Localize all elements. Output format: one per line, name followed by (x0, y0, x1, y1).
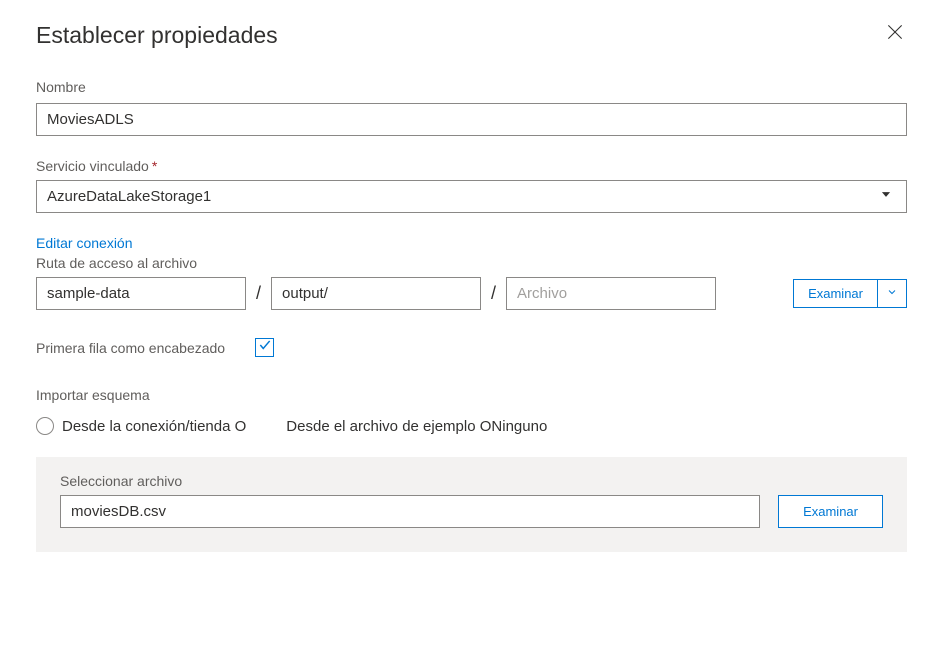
close-icon (885, 22, 905, 47)
path-separator: / (489, 283, 498, 304)
browse-dropdown-button[interactable] (878, 279, 907, 308)
radio-label: Desde la conexión/tienda O (62, 418, 246, 435)
schema-other-options-text: Desde el archivo de ejemplo ONinguno (286, 418, 547, 435)
required-indicator: * (152, 158, 157, 174)
linked-service-label: Servicio vinculado* (36, 158, 907, 174)
close-button[interactable] (883, 22, 907, 46)
name-label: Nombre (36, 79, 907, 95)
chevron-down-icon (886, 286, 898, 301)
edit-connection-link[interactable]: Editar conexión (36, 235, 133, 251)
schema-from-connection-option[interactable]: Desde la conexión/tienda O (36, 417, 246, 435)
linked-service-select[interactable] (36, 180, 907, 213)
radio-icon (36, 417, 54, 435)
select-file-label: Seleccionar archivo (60, 473, 883, 489)
path-separator: / (254, 283, 263, 304)
browse-button[interactable]: Examinar (793, 279, 878, 308)
import-schema-label: Importar esquema (36, 387, 907, 403)
select-file-input[interactable] (60, 495, 760, 528)
file-path-label: Ruta de acceso al archivo (36, 255, 907, 271)
path-container-input[interactable] (36, 277, 246, 310)
dialog-title: Establecer propiedades (36, 22, 278, 49)
first-row-header-checkbox[interactable] (255, 338, 274, 357)
path-file-input[interactable] (506, 277, 716, 310)
select-file-panel: Seleccionar archivo Examinar (36, 457, 907, 552)
select-file-browse-button[interactable]: Examinar (778, 495, 883, 528)
name-input[interactable] (36, 103, 907, 136)
checkmark-icon (258, 338, 272, 357)
first-row-header-label: Primera fila como encabezado (36, 340, 225, 356)
path-folder-input[interactable] (271, 277, 481, 310)
